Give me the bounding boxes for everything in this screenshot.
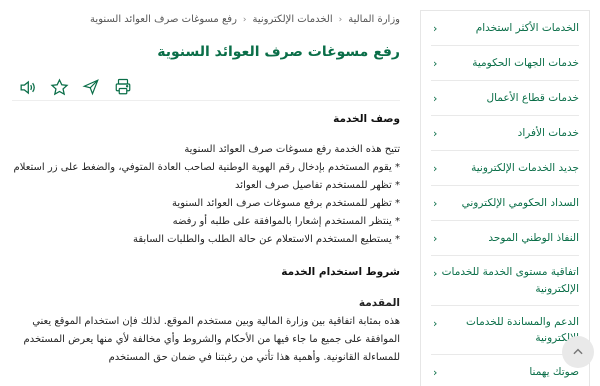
sidebar-item-label: خدمات الأفراد [517,127,579,140]
description-line: * يستطيع المستخدم الاستعلام عن حالة الطل… [132,233,400,245]
favorite-button[interactable] [48,76,70,98]
main-content: وزارة المالية ‹ الخدمات الإلكترونية ‹ رف… [12,0,400,386]
intro-text: هذه بمثابة اتفاقية بين وزارة المالية وبي… [23,315,401,363]
chevron-left-icon: ‹ [433,197,438,211]
sidebar-item-most-used[interactable]: الخدمات الأكثر استخدام ‹ [431,11,579,47]
description-line: * يقوم المستخدم بإدخال رقم الهوية الوطني… [13,161,400,173]
sidebar-item-individuals[interactable]: خدمات الأفراد ‹ [431,116,579,152]
sidebar-item-new-services[interactable]: جديد الخدمات الإلكترونية ‹ [431,151,579,187]
sidebar-item-label: صوتك يهمنا [529,366,579,379]
send-icon [82,79,99,96]
sidebar-item-nafath[interactable]: النفاذ الوطني الموحد ‹ [431,221,579,257]
breadcrumb: وزارة المالية ‹ الخدمات الإلكترونية ‹ رف… [12,14,400,25]
breadcrumb-item-current: رفع مسوغات صرف العوائد السنوية [90,14,237,25]
chevron-up-icon [573,348,583,355]
chevron-left-icon: ‹ [433,316,438,330]
sidebar-item-label: جديد الخدمات الإلكترونية [471,162,579,175]
sidebar-item-label: خدمات قطاع الأعمال [486,91,579,104]
chevron-left-icon: ‹ [433,162,438,176]
print-button[interactable] [112,76,134,98]
description-line: * تظهر للمستخدم تفاصيل صرف العوائد [235,179,400,191]
chevron-left-icon: ‹ [433,127,438,141]
sidebar-item-label: الخدمات الأكثر استخدام [475,21,579,34]
listen-button[interactable] [16,76,38,98]
chevron-left-icon: ‹ [433,366,438,380]
sidebar-item-sla[interactable]: اتفاقية مستوى الخدمة للخدمات الإلكترونية… [431,256,579,306]
share-button[interactable] [80,76,102,98]
scroll-to-top-button[interactable] [562,336,594,368]
breadcrumb-item-ministry[interactable]: وزارة المالية [348,14,400,25]
description-line: تتيح هذه الخدمة رفع مسوغات صرف العوائد ا… [184,143,400,155]
sidebar-item-label: السداد الحكومي الإلكتروني [461,197,579,210]
sidebar-item-label: النفاذ الوطني الموحد [488,232,579,245]
chevron-left-icon: ‹ [433,232,438,246]
chevron-left-icon: ‹ [242,14,247,25]
description-line: * ينتظر المستخدم إشعارا بالموافقة على طل… [172,215,400,227]
divider [12,100,400,101]
description-heading: وصف الخدمة [333,113,400,125]
breadcrumb-item-eservices[interactable]: الخدمات الإلكترونية [253,14,333,25]
sidebar-item-sadad[interactable]: السداد الحكومي الإلكتروني ‹ [431,186,579,222]
chevron-left-icon: ‹ [433,92,438,106]
intro-heading: المقدمة [358,296,400,309]
chevron-left-icon: ‹ [433,22,438,35]
terms-heading: شروط استخدام الخدمة [281,265,400,278]
chevron-left-icon: ‹ [433,267,438,281]
sidebar-item-label: اتفاقية مستوى الخدمة للخدمات الإلكترونية [441,266,579,295]
sidebar-item-support[interactable]: الدعم والمساندة للخدمات الإلكترونية ‹ [431,306,579,356]
chevron-left-icon: ‹ [433,57,438,71]
sidebar-item-label: خدمات الجهات الحكومية [472,56,579,69]
sidebar-item-government[interactable]: خدمات الجهات الحكومية ‹ [431,46,579,82]
print-icon [115,78,131,95]
page-actions [16,76,134,98]
page-title: رفع مسوغات صرف العوائد السنوية [157,44,400,60]
chevron-left-icon: ‹ [338,14,343,25]
description-line: * تظهر للمستخدم برفع مسوغات صرف العوائد … [172,197,400,209]
sidebar-item-business[interactable]: خدمات قطاع الأعمال ‹ [431,81,579,117]
star-icon [49,78,69,95]
sidebar-item-label: الدعم والمساندة للخدمات الإلكترونية [466,315,579,345]
sidebar-item-feedback[interactable]: صوتك يهمنا ‹ [431,355,579,386]
services-sidebar: الخدمات الأكثر استخدام ‹ خدمات الجهات ال… [420,10,590,386]
speaker-icon [20,80,35,94]
service-description: وصف الخدمة تتيح هذه الخدمة رفع مسوغات صر… [12,110,400,367]
